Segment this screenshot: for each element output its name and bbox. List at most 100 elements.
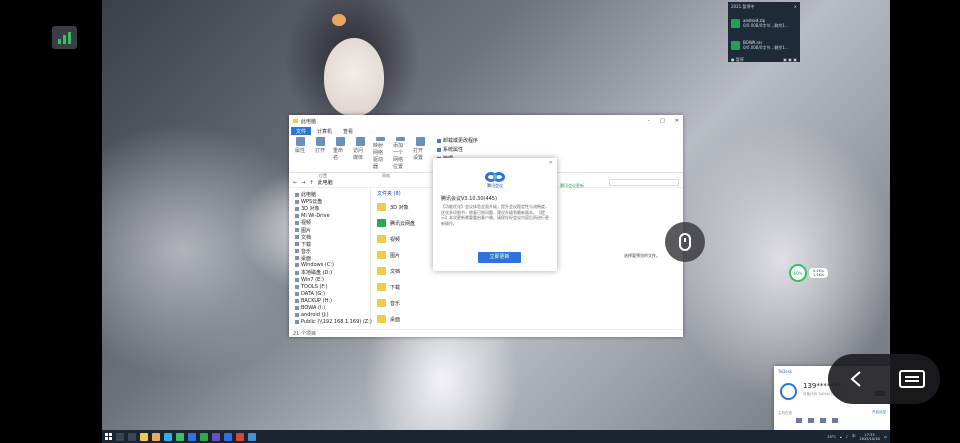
keyboard-icon bbox=[899, 370, 925, 388]
title-bar[interactable]: 此电脑 – □ ✕ bbox=[289, 115, 683, 127]
input-method[interactable]: 中 bbox=[852, 434, 856, 439]
back-button[interactable] bbox=[828, 354, 884, 404]
chevron-left-icon bbox=[850, 371, 861, 387]
minimize-icon[interactable]: – bbox=[648, 118, 651, 124]
file-explorer-taskbar-icon[interactable] bbox=[140, 432, 148, 441]
transfer-item[interactable]: android.zip 0/0.00B/0字节...剩余1... bbox=[728, 12, 800, 34]
tencent-meeting-taskbar-icon[interactable] bbox=[224, 432, 232, 441]
video-icon bbox=[295, 220, 299, 225]
file-transfer-icon[interactable] bbox=[796, 418, 802, 423]
access-media-button[interactable]: 访问媒体 bbox=[353, 137, 367, 170]
app-icon[interactable] bbox=[188, 432, 196, 441]
tab-view[interactable]: 查看 bbox=[338, 127, 358, 135]
notification-icon[interactable]: ▭ bbox=[884, 435, 887, 439]
signal-bars-icon[interactable] bbox=[52, 26, 77, 49]
search-icon[interactable] bbox=[116, 432, 124, 441]
nav-item[interactable]: Windows (C:) bbox=[295, 262, 370, 269]
folder-item[interactable]: 音乐 bbox=[377, 295, 677, 311]
wechat-icon[interactable] bbox=[176, 432, 184, 441]
system-icon bbox=[437, 147, 441, 152]
drive-icon bbox=[295, 291, 299, 296]
nav-item[interactable]: 下载 bbox=[295, 241, 370, 248]
windows-start-icon[interactable] bbox=[105, 433, 112, 440]
update-now-button[interactable]: 立即更新 bbox=[478, 252, 521, 263]
nav-item[interactable]: 视频 bbox=[295, 219, 370, 226]
nav-item[interactable]: BACKUP (H:) bbox=[295, 297, 370, 304]
fox-sticker bbox=[332, 14, 346, 26]
close-icon[interactable]: ✕ bbox=[549, 160, 553, 166]
transfer-panel: 2021.暂停中 ✕ android.zip 0/0.00B/0字节...剩余1… bbox=[728, 2, 800, 62]
drive-icon bbox=[295, 270, 299, 275]
network-speed-widget[interactable]: 60% 0.4K/s 1.5K/s bbox=[789, 264, 828, 282]
nav-item[interactable]: TOOLS (F:) bbox=[295, 283, 370, 290]
nav-item[interactable]: WPS云盘 bbox=[295, 198, 370, 205]
search-input[interactable] bbox=[609, 179, 679, 186]
back-icon[interactable]: ← bbox=[293, 180, 297, 186]
pause-button[interactable]: ● 暂停 bbox=[731, 57, 744, 63]
remote-control-link[interactable]: 开启远控 bbox=[872, 410, 886, 415]
task-view-icon[interactable] bbox=[128, 432, 136, 441]
transfer-item[interactable]: BOWA.rar 0/0.00B/0字节...剩余1... bbox=[728, 34, 800, 56]
nav-item[interactable]: Win7 (E:) bbox=[295, 276, 370, 283]
open-settings-button[interactable]: 打开设置 bbox=[413, 137, 427, 170]
map-drive-button[interactable]: 映射网络驱动器 bbox=[373, 137, 387, 170]
drive-icon bbox=[295, 284, 299, 289]
transfer-actions[interactable]: ▣ ▣ ▣ bbox=[783, 57, 797, 63]
tab-file[interactable]: 文件 bbox=[291, 127, 312, 135]
add-network-location-button[interactable]: 添加一个网络位置 bbox=[393, 137, 407, 170]
nav-item[interactable]: 桌面 bbox=[295, 255, 370, 262]
forward-icon[interactable]: → bbox=[301, 180, 305, 186]
up-icon[interactable]: ↑ bbox=[309, 180, 313, 186]
app-icon[interactable] bbox=[164, 432, 172, 441]
rename-button[interactable]: 重命名 bbox=[333, 137, 347, 170]
folder-item[interactable]: 桌面 bbox=[377, 311, 677, 327]
mouse-mode-button[interactable] bbox=[665, 222, 705, 262]
close-icon[interactable]: ✕ bbox=[794, 4, 797, 10]
avatar[interactable] bbox=[780, 383, 797, 400]
maximize-icon[interactable]: □ bbox=[660, 118, 665, 124]
nav-item[interactable]: BOWA (I:) bbox=[295, 305, 370, 312]
nav-item[interactable]: 音乐 bbox=[295, 248, 370, 255]
weather-text[interactable]: 25°C bbox=[827, 435, 836, 439]
tab-computer[interactable]: 计算机 bbox=[312, 127, 337, 135]
clock[interactable]: 17:33 2023/10/18 bbox=[860, 433, 880, 441]
computer-icon bbox=[295, 192, 299, 197]
app-icon[interactable] bbox=[212, 432, 220, 441]
volume-icon[interactable]: ♪ bbox=[846, 435, 848, 439]
folder-item[interactable]: 下载 bbox=[377, 279, 677, 295]
nav-item[interactable]: 此电脑 bbox=[295, 191, 370, 198]
keyboard-button[interactable] bbox=[884, 354, 940, 404]
app-icon[interactable] bbox=[152, 432, 160, 441]
more-icon[interactable] bbox=[832, 418, 838, 423]
nav-item[interactable]: 文档 bbox=[295, 234, 370, 241]
nav-item[interactable]: Public (\\192.168.1.169) (Z:) bbox=[295, 319, 372, 326]
nav-item[interactable]: Mi Wi-Drive bbox=[295, 212, 370, 219]
nav-item[interactable]: DATA (G:) bbox=[295, 290, 370, 297]
open-button[interactable]: 打开 bbox=[313, 137, 327, 170]
uninstall-program-link[interactable]: 卸载或更改程序 bbox=[437, 137, 478, 144]
folder-icon bbox=[377, 283, 386, 291]
document-icon bbox=[295, 235, 299, 240]
system-properties-link[interactable]: 系统属性 bbox=[437, 146, 478, 153]
chat-icon[interactable] bbox=[808, 418, 814, 423]
settings-icon[interactable] bbox=[820, 418, 826, 423]
network-icon[interactable]: ▴ bbox=[840, 435, 842, 439]
remote-control-pill bbox=[828, 354, 940, 404]
drive-icon bbox=[295, 213, 299, 218]
archive-icon bbox=[731, 40, 740, 50]
app-icon[interactable] bbox=[248, 432, 256, 441]
window-title: 此电脑 bbox=[301, 118, 317, 125]
chrome-icon[interactable] bbox=[200, 432, 208, 441]
close-icon[interactable]: ✕ bbox=[675, 118, 679, 124]
nav-item[interactable]: 图片 bbox=[295, 226, 370, 234]
drive-icon bbox=[295, 263, 299, 268]
network-drive-icon bbox=[295, 320, 299, 325]
properties-button[interactable]: 属性 bbox=[293, 137, 307, 170]
address-path[interactable]: 此电脑 bbox=[318, 179, 333, 186]
mouse-icon bbox=[679, 233, 691, 251]
nav-item[interactable]: 本地磁盘 (D:) bbox=[295, 269, 370, 276]
app-icon[interactable] bbox=[236, 432, 244, 441]
nav-item[interactable]: 3D 对象 bbox=[295, 205, 370, 212]
nav-item[interactable]: android (J:) bbox=[295, 312, 370, 319]
update-hint[interactable]: 腾讯会议更新 bbox=[560, 183, 584, 189]
